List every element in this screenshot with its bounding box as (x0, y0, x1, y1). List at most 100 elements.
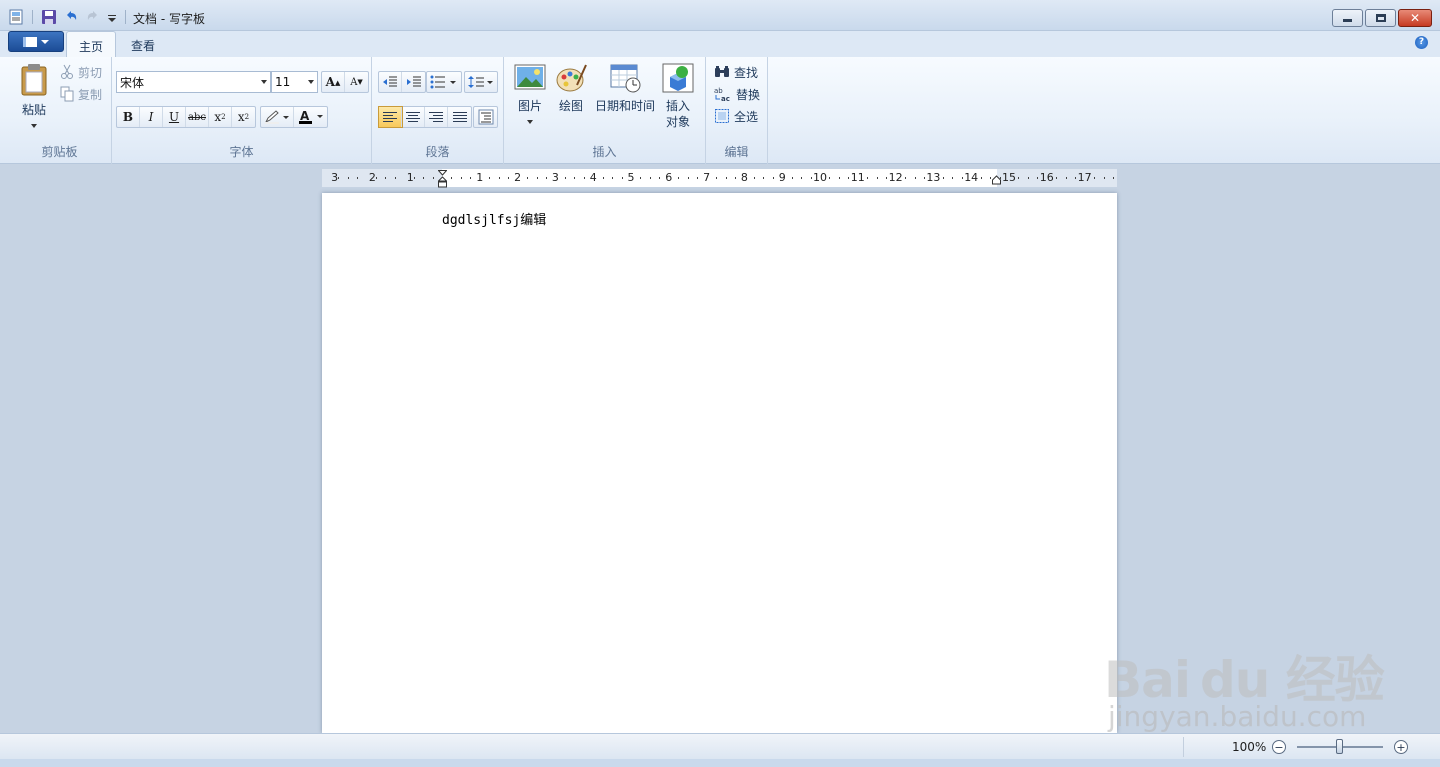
window-bottom-border (0, 759, 1440, 767)
ruler-number: 13 (926, 171, 941, 184)
application-menu-button[interactable] (8, 31, 64, 52)
zoom-slider-thumb[interactable] (1336, 739, 1343, 754)
ruler-tick (876, 177, 878, 179)
ruler-number: 1 (476, 171, 484, 184)
ruler-tick (1075, 177, 1077, 179)
paragraph-settings-button[interactable] (474, 107, 497, 127)
ruler-tick (838, 177, 840, 179)
highlight-color-button[interactable] (261, 107, 294, 127)
font-size-buttons: A ▲ A ▼ (321, 71, 369, 93)
svg-text:A: A (300, 109, 310, 123)
picture-dropdown-icon[interactable] (526, 119, 534, 125)
ruler-number: 2 (368, 171, 376, 184)
redo-icon[interactable] (85, 9, 101, 25)
save-icon[interactable] (41, 9, 57, 25)
shrink-font-button[interactable]: A ▼ (345, 72, 368, 92)
zoom-out-button[interactable]: − (1272, 740, 1286, 754)
maximize-button[interactable] (1365, 9, 1396, 27)
ruler-tick (763, 177, 765, 179)
paragraph-settings-buttons (473, 106, 498, 128)
date-time-button[interactable]: 日期和时间 (593, 63, 657, 114)
paint-drawing-button[interactable]: 绘图 (553, 63, 589, 114)
paste-dropdown-icon[interactable] (30, 123, 38, 129)
list-buttons (426, 71, 462, 93)
strikethrough-button[interactable]: abc (186, 107, 209, 127)
ruler-tick (791, 177, 793, 179)
increase-indent-button[interactable] (402, 72, 425, 92)
copy-label: 复制 (78, 87, 103, 102)
wordpad-app-icon[interactable] (8, 9, 24, 25)
superscript-button[interactable]: x2 (232, 107, 255, 127)
cut-label: 剪切 (78, 65, 103, 80)
line-spacing-button[interactable] (465, 72, 497, 92)
ruler-tick (772, 177, 774, 179)
font-family-select[interactable]: 宋体 (116, 71, 271, 93)
paragraph-group-label: 段落 (425, 145, 450, 159)
maximize-icon (1375, 14, 1386, 22)
paste-button[interactable]: 粘贴 (14, 63, 54, 132)
ruler-number: 16 (1039, 171, 1054, 184)
ruler-tick (734, 177, 736, 179)
font-color-icon: A (298, 109, 323, 124)
copy-button[interactable]: 复制 (60, 84, 102, 104)
decrease-indent-button[interactable] (379, 72, 402, 92)
chevron-down-icon (41, 39, 49, 44)
subscript-button[interactable]: x2 (209, 107, 232, 127)
customize-toolbar-chevron-icon[interactable] (107, 9, 117, 25)
ruler-tick (886, 177, 888, 179)
status-divider (1183, 737, 1184, 757)
font-size-select[interactable]: 11 (271, 71, 318, 93)
undo-icon[interactable] (63, 9, 79, 25)
ruler-number: 1 (406, 171, 414, 184)
date-time-label: 日期和时间 (594, 99, 655, 113)
first-line-indent-marker[interactable] (438, 170, 447, 188)
justify-button[interactable] (448, 107, 471, 127)
insert-group-label: 插入 (592, 145, 617, 159)
document-text[interactable]: dgdlsjlfsj编辑 (442, 209, 546, 228)
font-color-button[interactable]: A (294, 107, 327, 127)
find-button[interactable]: 查找 (714, 62, 758, 82)
ruler-number: 14 (964, 171, 979, 184)
tab-home[interactable]: 主页 (66, 31, 117, 57)
line-spacing-buttons (464, 71, 498, 93)
ruler-tick (923, 177, 925, 179)
ruler-tick (338, 177, 340, 179)
close-button[interactable]: ✕ (1398, 9, 1432, 27)
calendar-clock-icon (610, 64, 641, 93)
picture-button[interactable]: 图片 (511, 63, 549, 128)
ruler-tick (347, 177, 349, 179)
document-page[interactable]: dgdlsjlfsj编辑 (322, 193, 1117, 733)
cut-button[interactable]: 剪切 (60, 62, 102, 82)
help-icon[interactable]: ? (1415, 36, 1428, 49)
ruler-tick (508, 177, 510, 179)
ruler-number: 8 (740, 171, 748, 184)
ruler-tick (687, 177, 689, 179)
grow-font-button[interactable]: A ▲ (322, 72, 345, 92)
align-right-icon (429, 112, 443, 122)
replace-button[interactable]: ab ac 替换 (714, 84, 760, 104)
ruler-tick (697, 177, 699, 179)
ruler-tick (905, 177, 907, 179)
underline-button[interactable]: U (163, 107, 186, 127)
ruler-tick (527, 177, 529, 179)
insert-object-button[interactable]: 插入 对象 (660, 63, 696, 130)
tab-view[interactable]: 查看 (119, 31, 167, 57)
minimize-button[interactable] (1332, 9, 1363, 27)
align-center-button[interactable] (402, 107, 425, 127)
align-left-button[interactable] (378, 106, 403, 128)
horizontal-ruler[interactable]: 3 2 1 1 2 3 4 5 6 7 8 9 10 11 12 13 14 15 16 17 (322, 169, 1117, 188)
select-all-button[interactable]: 全选 (714, 106, 758, 126)
align-right-button[interactable] (425, 107, 448, 127)
ruler-number: 4 (589, 171, 597, 184)
font-group: 宋体 11 A ▲ A ▼ B I U abc x2 x2 A 字体 (112, 57, 372, 164)
paste-icon (21, 64, 47, 96)
ruler-tick (394, 177, 396, 179)
bold-button[interactable]: B (117, 107, 140, 127)
bullet-list-button[interactable] (427, 72, 461, 92)
ruler-tick (990, 177, 992, 179)
paint-palette-icon (556, 64, 587, 92)
ruler-tick (602, 177, 604, 179)
zoom-in-button[interactable]: + (1394, 740, 1408, 754)
italic-button[interactable]: I (140, 107, 163, 127)
ruler-tick (1018, 177, 1020, 179)
